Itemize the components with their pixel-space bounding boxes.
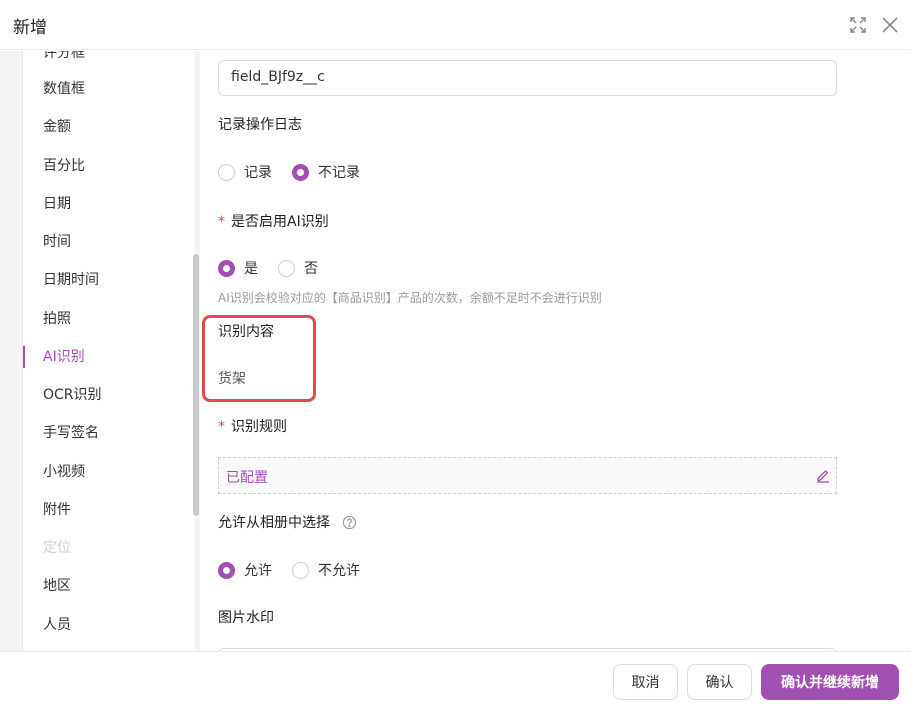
edit-icon[interactable] <box>815 467 831 483</box>
sidebar-item-percent[interactable]: 百分比 <box>43 156 85 176</box>
log-option-record[interactable]: 记录 <box>244 163 272 183</box>
ai-enable-text: 是否启用AI识别 <box>231 214 329 230</box>
sidebar-item-region[interactable]: 地区 <box>43 576 71 596</box>
sidebar-item-time[interactable]: 时间 <box>43 232 71 252</box>
rules-value: 已配置 <box>226 470 268 486</box>
sidebar-scrollbar[interactable] <box>193 254 199 516</box>
rules-text: 识别规则 <box>231 419 287 435</box>
sidebar-item-rating[interactable]: 评分框 <box>43 51 85 63</box>
album-label: 允许从相册中选择 <box>218 515 330 531</box>
log-radio-record[interactable] <box>218 164 235 181</box>
album-radio-disallow[interactable] <box>292 562 309 579</box>
dialog-title: 新增 <box>13 18 47 38</box>
content-label: 识别内容 <box>218 324 274 340</box>
confirm-button[interactable]: 确认 <box>687 664 752 700</box>
ai-option-yes[interactable]: 是 <box>244 259 258 279</box>
help-icon[interactable] <box>342 515 357 530</box>
rules-label: * 识别规则 <box>218 417 287 437</box>
sidebar-item-ai-recognition[interactable]: AI识别 <box>43 347 85 367</box>
sidebar-item-amount[interactable]: 金额 <box>43 117 71 137</box>
expand-icon[interactable] <box>848 15 868 35</box>
sidebar-item-location: 定位 <box>43 540 71 556</box>
log-label: 记录操作日志 <box>218 117 302 133</box>
api-name-value: field_BJf9z__c <box>231 69 325 85</box>
ai-enable-label: * 是否启用AI识别 <box>218 212 329 232</box>
confirm-continue-button[interactable]: 确认并继续新增 <box>761 664 899 700</box>
ai-radio-yes[interactable] <box>218 260 235 277</box>
album-option-disallow[interactable]: 不允许 <box>318 561 360 581</box>
required-mark: * <box>218 214 225 230</box>
sidebar-item-video[interactable]: 小视频 <box>43 462 85 482</box>
sidebar-item-number[interactable]: 数值框 <box>43 79 85 99</box>
active-indicator <box>23 346 25 368</box>
album-option-allow[interactable]: 允许 <box>244 561 272 581</box>
rules-config-field[interactable]: 已配置 <box>218 457 837 494</box>
cancel-button[interactable]: 取消 <box>613 664 678 700</box>
album-radio-allow[interactable] <box>218 562 235 579</box>
sidebar-item-signature[interactable]: 手写签名 <box>43 423 99 443</box>
log-radio-no-record[interactable] <box>292 164 309 181</box>
required-mark: * <box>218 419 225 435</box>
field-type-sidebar: 评分框 数值框 金额 百分比 日期 时间 日期时间 拍照 AI识别 OCR识别 … <box>22 51 195 651</box>
content-value: 货架 <box>218 371 246 387</box>
watermark-label: 图片水印 <box>218 610 274 626</box>
sidebar-item-date[interactable]: 日期 <box>43 194 71 214</box>
ai-hint: AI识别会校验对应的【商品识别】产品的次数，余额不足时不会进行识别 <box>218 291 602 305</box>
ai-radio-no[interactable] <box>278 260 295 277</box>
close-icon[interactable] <box>880 15 900 35</box>
sidebar-item-person[interactable]: 人员 <box>43 615 71 635</box>
field-config-form: field_BJf9z__c 记录操作日志 记录 不记录 * 是否启用AI识别 是… <box>200 51 911 651</box>
sidebar-item-ocr[interactable]: OCR识别 <box>43 385 102 405</box>
api-name-input[interactable]: field_BJf9z__c <box>218 60 837 96</box>
ai-option-no[interactable]: 否 <box>304 259 318 279</box>
sidebar-item-datetime[interactable]: 日期时间 <box>43 270 99 290</box>
sidebar-item-attachment[interactable]: 附件 <box>43 500 71 520</box>
sidebar-item-photo[interactable]: 拍照 <box>43 309 71 329</box>
log-option-no-record[interactable]: 不记录 <box>318 163 360 183</box>
dialog-header: 新增 <box>0 0 911 50</box>
dialog-footer: 取消 确认 确认并继续新增 <box>0 651 911 713</box>
